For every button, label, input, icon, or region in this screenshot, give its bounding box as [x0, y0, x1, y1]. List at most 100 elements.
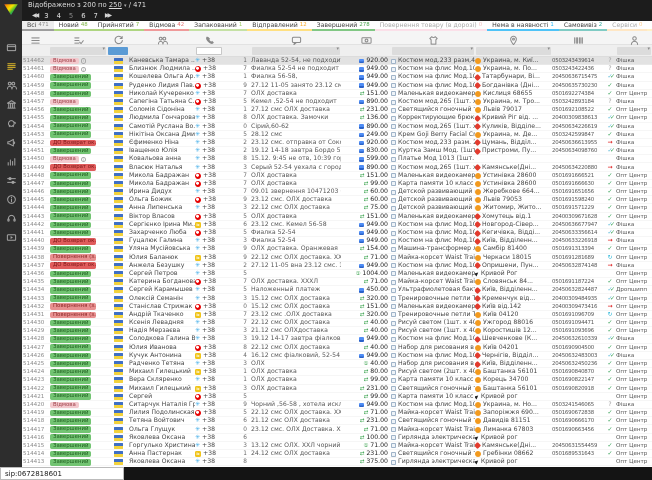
- order-row[interactable]: 514452ДО Возврат ок..Єфименко Ніна✳+3822…: [22, 139, 652, 147]
- tracking-number[interactable]: 0501690666170: [552, 417, 604, 425]
- client-phone[interactable]: ✳+38: [195, 114, 223, 122]
- order-row[interactable]: 514442ЗавершенийСергієнко Ірина Ми...lc+…: [22, 221, 652, 229]
- client-phone[interactable]: ✳+38: [195, 123, 223, 131]
- client-phone[interactable]: ✳+38: [195, 90, 223, 98]
- client-phone[interactable]: +38: [195, 344, 223, 352]
- client-phone[interactable]: ✳+38: [195, 335, 223, 343]
- order-row[interactable]: 514435ЗавершенийКатерина Богданова+387ОЛ…: [22, 278, 652, 286]
- order-row[interactable]: 514451ЗавершенийІващенко Юлія✳+38219.12 …: [22, 147, 652, 155]
- tracking-number[interactable]: [552, 434, 604, 442]
- tracking-number[interactable]: 0501690822147: [552, 376, 604, 384]
- order-row[interactable]: 514427ЗавершенийЮлия Иванова+38822.12 см…: [22, 344, 652, 352]
- order-row[interactable]: 514429ЗавершенийНадія Мерзаєва✳+38321.12…: [22, 327, 652, 335]
- tab-2[interactable]: Новий48: [54, 21, 93, 31]
- tab-7[interactable]: Завершений278: [312, 21, 375, 31]
- tracking-number[interactable]: 0503242893184: [552, 98, 604, 106]
- column-filter-select[interactable]: [50, 47, 106, 55]
- client-phone[interactable]: ✳+38: [195, 376, 223, 384]
- tracking-number[interactable]: 20450636613955: [552, 139, 604, 147]
- client-phone[interactable]: +38: [195, 98, 223, 106]
- country-filter-select[interactable]: [108, 47, 128, 55]
- page-number-4[interactable]: 4: [57, 11, 61, 21]
- per-page-dropdown[interactable]: 250: [109, 1, 122, 9]
- tracking-number[interactable]: [552, 270, 604, 278]
- sidebar-item-finance-pig[interactable]: [0, 114, 22, 133]
- tracking-number[interactable]: 0501691666630: [552, 180, 604, 188]
- tracking-number[interactable]: 0501692274384: [552, 90, 604, 98]
- tracking-number[interactable]: 0501691093696: [552, 327, 604, 335]
- tracking-number[interactable]: [552, 155, 604, 163]
- tracking-number[interactable]: 0501691313394: [552, 245, 604, 253]
- page-number-6[interactable]: 6: [81, 11, 85, 21]
- client-phone[interactable]: +38: [195, 180, 223, 188]
- client-phone[interactable]: lc+38: [195, 311, 223, 319]
- order-row[interactable]: 514445ЗавершенийОльга Божик+38923.12 смс…: [22, 196, 652, 204]
- tab-4[interactable]: Відмова42: [144, 21, 189, 31]
- order-row[interactable]: 514437ДО Возврат ок..Анжела Безушку✳+382…: [22, 262, 652, 270]
- sidebar-item-support-headset[interactable]: [0, 209, 22, 228]
- order-row[interactable]: 514415ЗавершенийГоргулько Христина...✳+3…: [22, 442, 652, 450]
- tab-10[interactable]: Самовивіз2: [559, 21, 607, 31]
- tab-1[interactable]: Всі471: [22, 21, 54, 31]
- order-row[interactable]: 514428ЗавершенийСолодкова Галина В...✳+3…: [22, 335, 652, 343]
- client-phone[interactable]: lc+38: [195, 368, 223, 376]
- client-phone[interactable]: ✳+38: [195, 442, 223, 450]
- order-row[interactable]: 514424ЗавершенийМихаил Гилецькийlc+381ОЛ…: [22, 368, 652, 376]
- client-phone[interactable]: ✳+38: [195, 188, 223, 196]
- sidebar-item-sliders[interactable]: [0, 171, 22, 190]
- order-row[interactable]: 514459ЗавершенийРуденко Лидия Пав...+389…: [22, 82, 652, 90]
- order-row[interactable]: 514443ЗавершенийВіктор Власов+385ОЛХ дос…: [22, 213, 652, 221]
- tracking-number[interactable]: 20450632874148: [552, 262, 604, 270]
- client-phone[interactable]: ✳+38: [195, 131, 223, 139]
- sidebar-item-video[interactable]: [0, 228, 22, 247]
- tracking-number[interactable]: 20400309671628: [552, 213, 604, 221]
- order-row[interactable]: 514421ЗавершенийСергей+385⇄99.00Карта па…: [22, 393, 652, 401]
- column-filter-select[interactable]: [392, 47, 474, 55]
- order-row[interactable]: 514422ЗавершенийМихаил Гилецькийlc+383ОЛ…: [22, 385, 652, 393]
- order-row[interactable]: 514419ЗавершенийЛилия Подолинская+38522.…: [22, 409, 652, 417]
- tracking-number[interactable]: 0501691571229: [552, 204, 604, 212]
- order-row[interactable]: 514430ЗавершенийКсенія Левадняя✳+38722.1…: [22, 319, 652, 327]
- sidebar-item-stats-chart[interactable]: [0, 152, 22, 171]
- order-row[interactable]: 514461ВідмоваiБлизнюк Людмила ...+387Фиа…: [22, 65, 652, 73]
- tracking-number[interactable]: 0501691651656: [552, 188, 604, 196]
- tracking-number[interactable]: 20450634226619: [552, 123, 604, 131]
- sidebar-item-info[interactable]: [0, 190, 22, 209]
- tracking-number[interactable]: 0501690820918: [552, 385, 604, 393]
- sidebar-item-marketing-horn[interactable]: [0, 133, 22, 152]
- order-row[interactable]: 514441ЗавершенийЗахарченко Люба+385Фиалк…: [22, 229, 652, 237]
- client-phone[interactable]: ✳+38: [195, 294, 223, 302]
- tab-12[interactable]: В дорозі додому0: [647, 21, 652, 31]
- tracking-number[interactable]: 20450633356614: [552, 229, 604, 237]
- tracking-number[interactable]: [552, 458, 604, 466]
- tab-9[interactable]: Нема в наявності1: [487, 21, 559, 31]
- client-phone[interactable]: +38: [195, 65, 223, 73]
- client-phone[interactable]: lc+38: [195, 385, 223, 393]
- page-number-7[interactable]: 7: [94, 11, 98, 21]
- order-row[interactable]: 514457ВідмоваСапегіна Татьяна С...+385Ке…: [22, 98, 652, 106]
- tracking-number[interactable]: 0501689531643: [552, 450, 604, 458]
- client-phone[interactable]: +38: [195, 213, 223, 221]
- order-row[interactable]: 514453ЗавершенийНікітіна Оксана Дми...✳+…: [22, 131, 652, 139]
- client-phone[interactable]: ✳+38: [195, 434, 223, 442]
- sip-call-indicator[interactable]: sip:0672818601: [0, 467, 124, 480]
- tab-6[interactable]: Відправлений12: [247, 21, 311, 31]
- client-phone[interactable]: ✳+38: [195, 57, 223, 65]
- tab-3[interactable]: Прийнятий7: [93, 21, 144, 31]
- order-row[interactable]: 514448ЗавершенийМикола Бадражан+387ОЛХ д…: [22, 172, 652, 180]
- tracking-number[interactable]: 0501691096709: [552, 311, 604, 319]
- first-page-button[interactable]: ◀◀: [32, 11, 37, 21]
- client-phone[interactable]: ✳+38: [195, 319, 223, 327]
- order-row[interactable]: 514456ЗавершенийСоломія Сідоніна✳+38127.…: [22, 106, 652, 114]
- order-row[interactable]: 514431Повернення (з...Андрій Ткаченкоlc+…: [22, 311, 652, 319]
- tab-8[interactable]: Повернення товару (в дорозі)0: [375, 21, 488, 31]
- client-phone[interactable]: ✳+38: [195, 458, 223, 466]
- info-icon[interactable]: i: [81, 157, 87, 163]
- order-row[interactable]: 514446ЗавершенийИрина Дидух✳+38709.01 зв…: [22, 188, 652, 196]
- tracking-number[interactable]: 20450636677947: [552, 221, 604, 229]
- tracking-number[interactable]: 0501690672838: [552, 409, 604, 417]
- order-row[interactable]: 514432Повернення (з...Станіслав Стрижак+…: [22, 303, 652, 311]
- order-row[interactable]: 514440ДО Возврат ок..Гуцалюк Галина✳+383…: [22, 237, 652, 245]
- client-phone[interactable]: +38: [195, 303, 223, 311]
- info-icon[interactable]: i: [81, 58, 87, 64]
